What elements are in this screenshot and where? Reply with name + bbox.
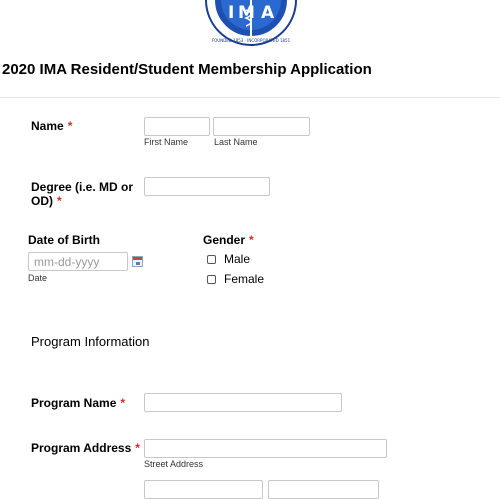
name-label-text: Name <box>31 119 64 133</box>
program-name-input[interactable] <box>144 393 342 412</box>
last-name-sublabel: Last Name <box>214 137 258 147</box>
first-name-sublabel: First Name <box>144 137 189 147</box>
form-title: 2020 IMA Resident/Student Membership App… <box>2 61 372 78</box>
street-address-sublabel: Street Address <box>144 459 204 469</box>
required-marker: * <box>120 396 126 410</box>
dob-sublabel: Date <box>28 273 48 283</box>
degree-label-line1: Degree (i.e. MD or <box>31 180 134 194</box>
required-marker: * <box>57 194 62 208</box>
address-city-input[interactable] <box>268 480 379 499</box>
gender-label-text: Gender <box>203 233 246 247</box>
gender-label: Gender * <box>203 233 254 247</box>
degree-label-line2: OD) <box>31 194 53 208</box>
dob-label: Date of Birth <box>28 233 100 247</box>
svg-text:FOUNDED 1853 · INCORPORATED 18: FOUNDED 1853 · INCORPORATED 1851 <box>212 38 291 43</box>
required-marker: * <box>249 233 254 247</box>
svg-text:A: A <box>261 3 275 23</box>
last-name-input[interactable] <box>213 117 310 136</box>
required-marker: * <box>135 441 140 455</box>
program-name-label-text: Program Name <box>31 396 117 410</box>
ima-logo: II NO I M A FOUNDED 1853 · INCORPORATED … <box>205 0 297 46</box>
calendar-icon[interactable] <box>132 256 143 267</box>
gender-female-checkbox[interactable] <box>207 275 216 284</box>
address-line-input[interactable] <box>144 480 263 499</box>
program-address-label: Program Address * <box>31 441 140 455</box>
gender-male-checkbox[interactable] <box>207 255 216 264</box>
degree-input[interactable] <box>144 177 270 196</box>
required-marker: * <box>67 119 73 133</box>
svg-text:I: I <box>228 3 234 23</box>
program-info-heading: Program Information <box>31 334 150 349</box>
degree-label: Degree (i.e. MD or OD) * <box>31 180 133 208</box>
gender-male-label[interactable]: Male <box>224 252 250 266</box>
gender-female-label[interactable]: Female <box>224 272 264 286</box>
program-address-label-text: Program Address <box>31 441 132 455</box>
street-address-input[interactable] <box>144 439 387 458</box>
first-name-input[interactable] <box>144 117 210 136</box>
svg-text:M: M <box>238 3 255 23</box>
program-name-label: Program Name * <box>31 396 125 410</box>
dob-input[interactable] <box>28 252 128 271</box>
title-divider <box>0 97 500 98</box>
name-label: Name * <box>31 119 72 133</box>
